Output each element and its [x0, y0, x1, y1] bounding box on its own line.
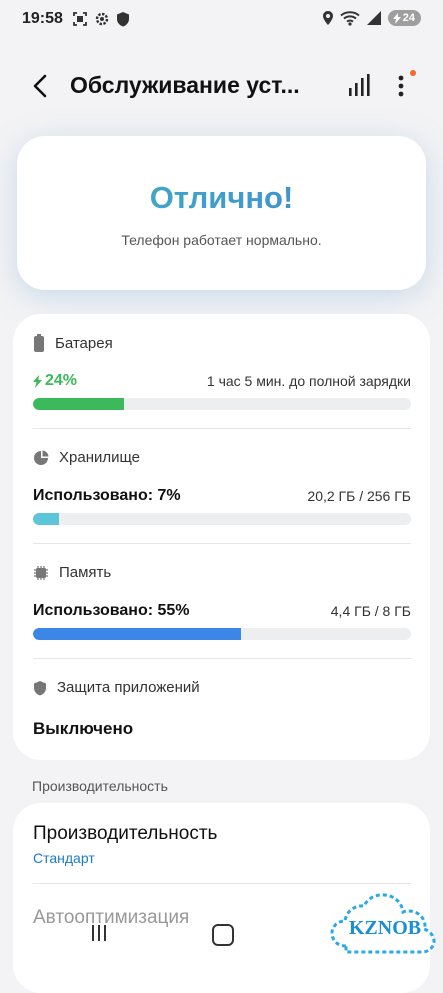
- cellular-signal-icon: [366, 11, 381, 25]
- battery-icon: [34, 334, 44, 352]
- battery-section[interactable]: Батарея 24% 1 час 5 мин. до полной заряд…: [13, 314, 430, 428]
- storage-progress-fill: [33, 513, 60, 525]
- clock: 19:58: [22, 10, 63, 27]
- recent-apps-button[interactable]: [90, 924, 108, 947]
- battery-progress-fill: [33, 398, 124, 410]
- performance-item[interactable]: Производительность Стандарт: [13, 803, 430, 883]
- memory-info-row: Использовано: 55% 4,4 ГБ / 8 ГБ: [33, 602, 411, 620]
- app-bar: Обслуживание уст...: [0, 62, 443, 110]
- diagnostics-button[interactable]: [346, 72, 372, 100]
- battery-charge-time: 1 час 5 мин. до полной зарядки: [206, 373, 411, 389]
- battery-header: Батарея: [33, 334, 113, 352]
- battery-label: Батарея: [55, 334, 113, 352]
- more-vertical-icon: [398, 75, 404, 97]
- status-description: Телефон работает нормально.: [121, 232, 322, 248]
- wifi-icon: [340, 11, 360, 26]
- app-protection-row: Выключено: [33, 719, 411, 739]
- battery-progress-bar: [33, 398, 411, 410]
- watermark-logo: KZNOB: [328, 888, 442, 958]
- storage-section[interactable]: Хранилище Использовано: 7% 20,2 ГБ / 256…: [13, 429, 430, 544]
- charging-bolt-icon: [33, 374, 42, 388]
- memory-chip-icon: [34, 565, 48, 580]
- more-options-button[interactable]: [390, 70, 416, 102]
- memory-section[interactable]: Память Использовано: 55% 4,4 ГБ / 8 ГБ: [13, 544, 430, 659]
- memory-label: Память: [59, 564, 112, 581]
- storage-progress-bar: [33, 513, 411, 525]
- storage-amount: 20,2 ГБ / 256 ГБ: [307, 488, 411, 504]
- memory-progress-bar: [33, 628, 411, 640]
- memory-progress-fill: [33, 628, 241, 640]
- storage-info-row: Использовано: 7% 20,2 ГБ / 256 ГБ: [33, 487, 411, 505]
- home-button[interactable]: [212, 924, 234, 946]
- charging-bolt-icon: [392, 12, 401, 24]
- pie-chart-icon: [34, 450, 49, 465]
- maintenance-card: Батарея 24% 1 час 5 мин. до полной заряд…: [13, 314, 430, 760]
- cloud-logo-icon: KZNOB: [330, 893, 436, 954]
- battery-indicator: 24: [387, 10, 421, 26]
- screenshot-icon: [73, 12, 87, 26]
- performance-mode: Стандарт: [33, 850, 95, 866]
- device-status-card: Отлично! Телефон работает нормально.: [17, 136, 426, 290]
- battery-percent-text: 24%: [45, 372, 78, 389]
- shield-icon: [117, 12, 129, 27]
- performance-title: Производительность: [33, 823, 218, 844]
- performance-section-label: Производительность: [32, 778, 168, 794]
- app-protection-header: Защита приложений: [33, 679, 200, 696]
- status-bar: 19:58 24: [0, 0, 443, 40]
- app-protection-section[interactable]: Защита приложений Выключено: [13, 659, 430, 759]
- divider: [33, 883, 411, 884]
- bar-chart-icon: [349, 74, 370, 96]
- battery-info-row: 24% 1 час 5 мин. до полной зарядки: [33, 372, 411, 390]
- recents-icon: [92, 925, 106, 941]
- storage-used-text: Использовано: 7%: [33, 487, 181, 504]
- app-protection-label: Защита приложений: [57, 679, 200, 696]
- storage-label: Хранилище: [59, 449, 140, 466]
- chevron-left-icon: [33, 74, 47, 98]
- notification-dot: [410, 70, 416, 76]
- location-icon: [322, 11, 333, 25]
- shield-icon: [34, 680, 46, 695]
- settings-gear-icon: [95, 12, 109, 26]
- notification-icons: [72, 11, 130, 27]
- watermark-text: KZNOB: [349, 917, 421, 939]
- memory-header: Память: [33, 564, 111, 581]
- status-headline: Отлично!: [17, 180, 426, 216]
- battery-level-text: 24: [402, 12, 415, 24]
- memory-used-text: Использовано: 55%: [33, 602, 190, 619]
- page-title: Обслуживание уст...: [70, 72, 300, 98]
- memory-amount: 4,4 ГБ / 8 ГБ: [330, 603, 411, 619]
- storage-header: Хранилище: [33, 449, 140, 466]
- battery-percent: 24%: [33, 372, 77, 390]
- app-protection-state: Выключено: [33, 719, 134, 738]
- system-icons: 24: [322, 10, 421, 26]
- back-button[interactable]: [26, 68, 56, 104]
